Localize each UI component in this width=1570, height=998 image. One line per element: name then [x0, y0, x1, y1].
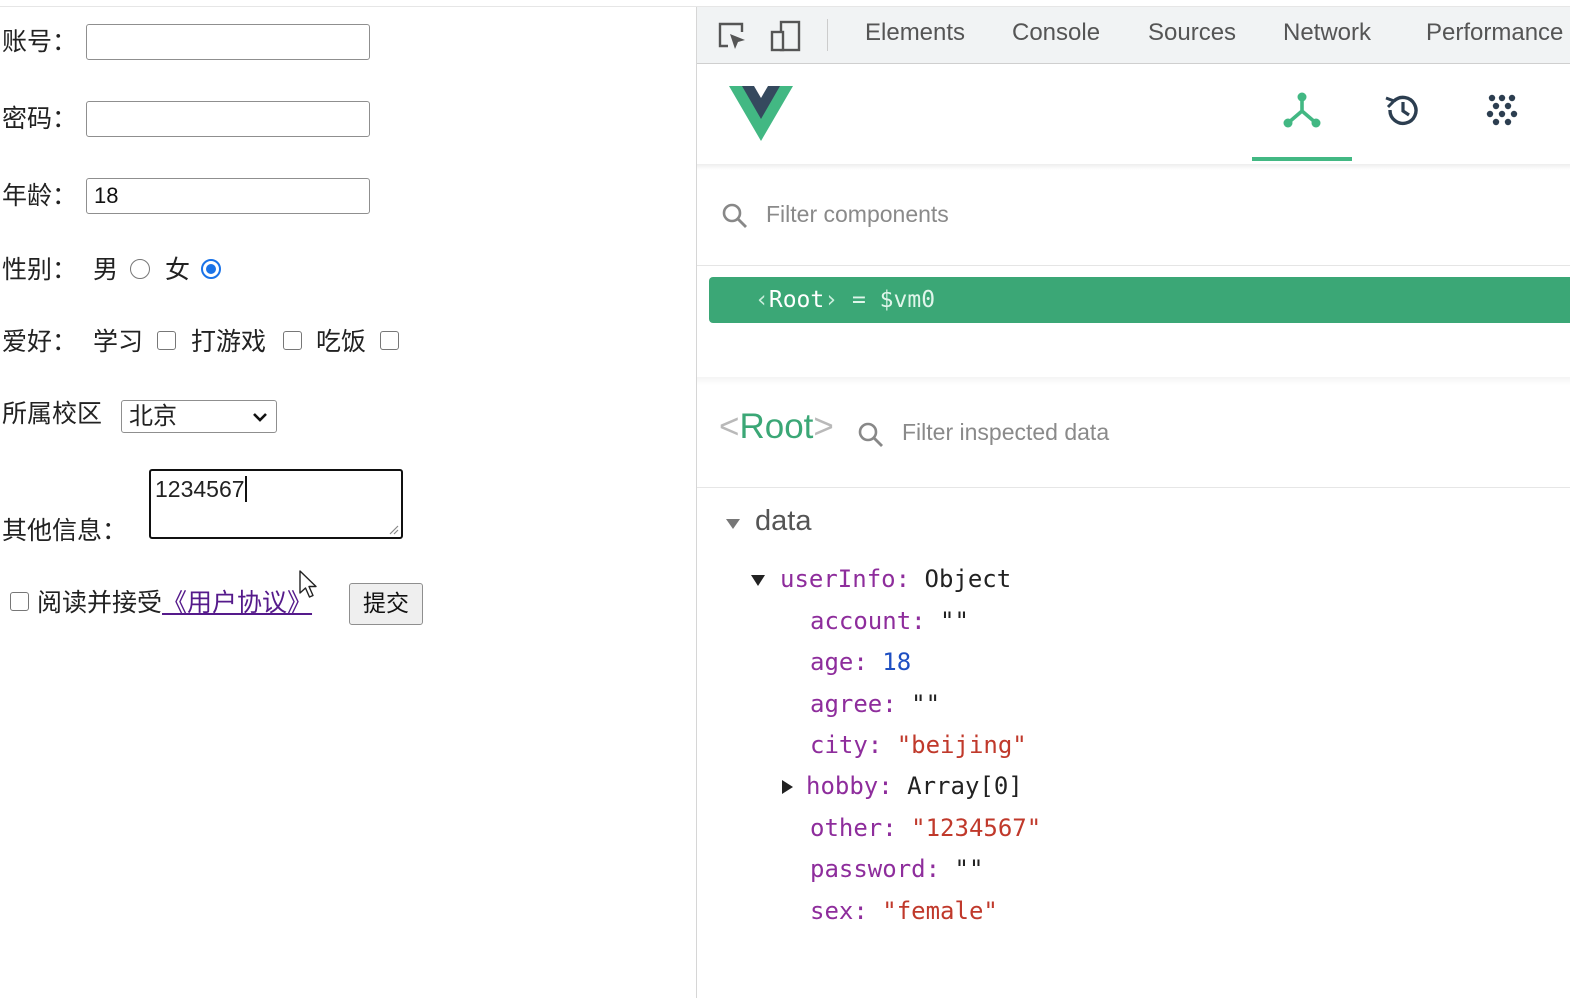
caret-down-icon: [751, 575, 765, 586]
userinfo-key: userInfo:: [780, 565, 911, 593]
field-key: sex:: [810, 897, 868, 925]
agreement-link[interactable]: 《用户协议》: [162, 588, 312, 617]
caret-right-icon: [782, 780, 793, 794]
inspect-element-icon[interactable]: [715, 19, 749, 53]
campus-select[interactable]: 北京: [121, 400, 277, 433]
registration-form: 账号： 密码： 年龄： 性别： 男 女 爱好： 学习 打游戏 吃饭 所属校区 北…: [0, 7, 696, 998]
root-open-bracket: ‹: [755, 287, 769, 313]
search-icon: [722, 203, 747, 228]
inspected-component-name: <Root>: [719, 407, 834, 447]
inspected-close-bracket: >: [813, 407, 834, 446]
field-value: "beijing": [896, 731, 1027, 759]
field-other[interactable]: other: "1234567": [810, 814, 1041, 842]
account-input[interactable]: [86, 24, 370, 60]
field-city[interactable]: city: "beijing": [810, 731, 1027, 759]
filter-inspected-input[interactable]: Filter inspected data: [902, 419, 1109, 446]
pane-divider[interactable]: [697, 377, 1570, 385]
field-value: "": [911, 690, 941, 718]
age-label: 年龄：: [2, 181, 78, 210]
mouse-pointer-icon: [299, 570, 317, 598]
sex-male-label: 男: [93, 255, 119, 284]
search-icon: [858, 422, 883, 447]
hobby-option-game-label: 打游戏: [191, 327, 267, 356]
hobby-game-checkbox[interactable]: [283, 331, 302, 350]
device-toolbar-icon[interactable]: [769, 19, 803, 53]
hobby-option-eat-label: 吃饭: [316, 327, 367, 356]
toolbar-separator: [827, 19, 828, 51]
active-tab-indicator: [1252, 157, 1352, 161]
hobby-eat-checkbox[interactable]: [380, 331, 399, 350]
inspected-name: Root: [739, 407, 814, 446]
field-key: password:: [810, 855, 941, 883]
root-vm-assignment: = $vm0: [851, 287, 936, 313]
vue-logo-icon: [729, 86, 793, 141]
devtools-panel: Elements Console Sources Network Perform…: [696, 7, 1570, 998]
tab-console[interactable]: Console: [1012, 19, 1100, 47]
chevron-down-icon: [253, 413, 267, 422]
inspected-open-bracket: <: [719, 407, 740, 446]
hobby-study-checkbox[interactable]: [157, 331, 176, 350]
userinfo-type: Object: [924, 565, 1012, 593]
field-value: "": [954, 855, 984, 883]
other-label: 其他信息：: [2, 516, 128, 545]
userinfo-row[interactable]: userInfo: Object: [748, 565, 1011, 593]
text-caret: [244, 476, 247, 502]
sex-female-radio[interactable]: [201, 259, 221, 279]
field-key: account:: [810, 607, 926, 635]
account-label: 账号：: [2, 27, 78, 56]
sex-male-radio[interactable]: [130, 259, 150, 279]
field-password[interactable]: password: "": [810, 855, 983, 883]
field-value: "1234567": [911, 814, 1042, 842]
field-value: Array[0]: [907, 772, 1023, 800]
inspector-header: <Root> Filter inspected data: [697, 385, 1570, 488]
field-key: hobby:: [806, 772, 893, 800]
tab-network[interactable]: Network: [1283, 19, 1371, 47]
agree-checkbox[interactable]: [10, 592, 29, 611]
filter-components-input[interactable]: Filter components: [766, 201, 949, 228]
age-input[interactable]: [86, 178, 370, 214]
field-account[interactable]: account: "": [810, 607, 969, 635]
resize-grip-icon[interactable]: [389, 525, 399, 535]
agree-label: 阅读并接受: [37, 588, 163, 617]
devtools-tabbar: Elements Console Sources Network Perform…: [697, 7, 1570, 64]
tab-performance[interactable]: Performance: [1426, 19, 1563, 47]
field-value: "": [940, 607, 969, 635]
data-section-label: data: [755, 505, 812, 537]
history-timeline-icon[interactable]: [1382, 90, 1422, 130]
data-section-toggle[interactable]: data: [723, 505, 811, 538]
vue-devtools-header: [697, 64, 1570, 164]
agree-text: 阅读并接受《用户协议》: [37, 588, 312, 618]
sex-label: 性别：: [2, 255, 78, 284]
field-key: city:: [810, 731, 883, 759]
field-key: age:: [810, 648, 868, 676]
root-close-bracket: ›: [824, 287, 839, 313]
selected-root-component[interactable]: ‹Root› = $vm0: [709, 277, 1570, 323]
field-value: 18: [882, 648, 912, 676]
hobby-label: 爱好：: [2, 327, 78, 356]
hobby-option-study-label: 学习: [93, 327, 144, 356]
tab-elements[interactable]: Elements: [865, 19, 965, 47]
field-agree[interactable]: agree: "": [810, 690, 940, 718]
other-textarea[interactable]: 1234567: [149, 469, 403, 539]
field-key: agree:: [810, 690, 897, 718]
tab-sources[interactable]: Sources: [1148, 19, 1236, 47]
field-key: other:: [810, 814, 897, 842]
campus-selected-value: 北京: [129, 402, 177, 430]
components-tree-icon[interactable]: [1282, 90, 1322, 130]
campus-label: 所属校区: [2, 399, 103, 428]
caret-down-icon: [726, 519, 740, 529]
other-textarea-value: 1234567: [155, 476, 245, 502]
performance-dots-icon[interactable]: [1482, 90, 1522, 130]
field-age[interactable]: age: 18: [810, 648, 911, 676]
password-label: 密码：: [2, 104, 78, 133]
submit-button[interactable]: 提交: [349, 583, 423, 625]
field-hobby[interactable]: hobby: Array[0]: [778, 772, 1023, 800]
browser-top-edge: [0, 0, 1570, 7]
sex-female-label: 女: [165, 255, 191, 284]
password-input[interactable]: [86, 101, 370, 137]
field-sex[interactable]: sex: "female": [810, 897, 998, 925]
root-component-name: Root: [768, 287, 825, 313]
field-value: "female": [882, 897, 998, 925]
filter-components-row: Filter components: [697, 170, 1570, 266]
